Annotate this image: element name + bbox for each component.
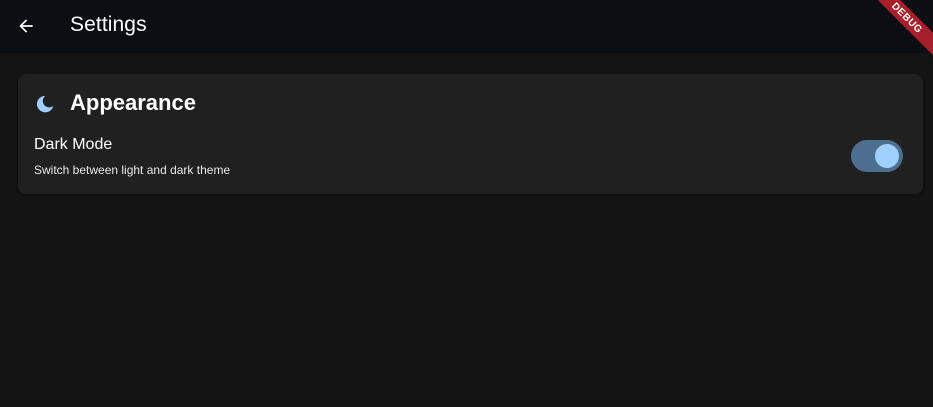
dark-mode-toggle[interactable]: [851, 140, 903, 172]
toggle-thumb: [875, 144, 899, 168]
app-root: Settings DEBUG Appearance Dark Mode Swit…: [0, 0, 933, 407]
moon-icon: [36, 95, 54, 113]
page-title: Settings: [70, 13, 147, 36]
back-button[interactable]: [10, 10, 42, 42]
debug-banner: DEBUG: [858, 0, 933, 67]
appearance-card: Appearance Dark Mode Switch between ligh…: [18, 74, 923, 194]
section-title: Appearance: [70, 90, 196, 115]
dark-mode-label: Dark Mode: [34, 136, 113, 153]
arrow-back-icon: [19, 19, 33, 33]
dark-mode-description: Switch between light and dark theme: [34, 163, 231, 177]
app-bar: Settings DEBUG: [0, 0, 933, 67]
